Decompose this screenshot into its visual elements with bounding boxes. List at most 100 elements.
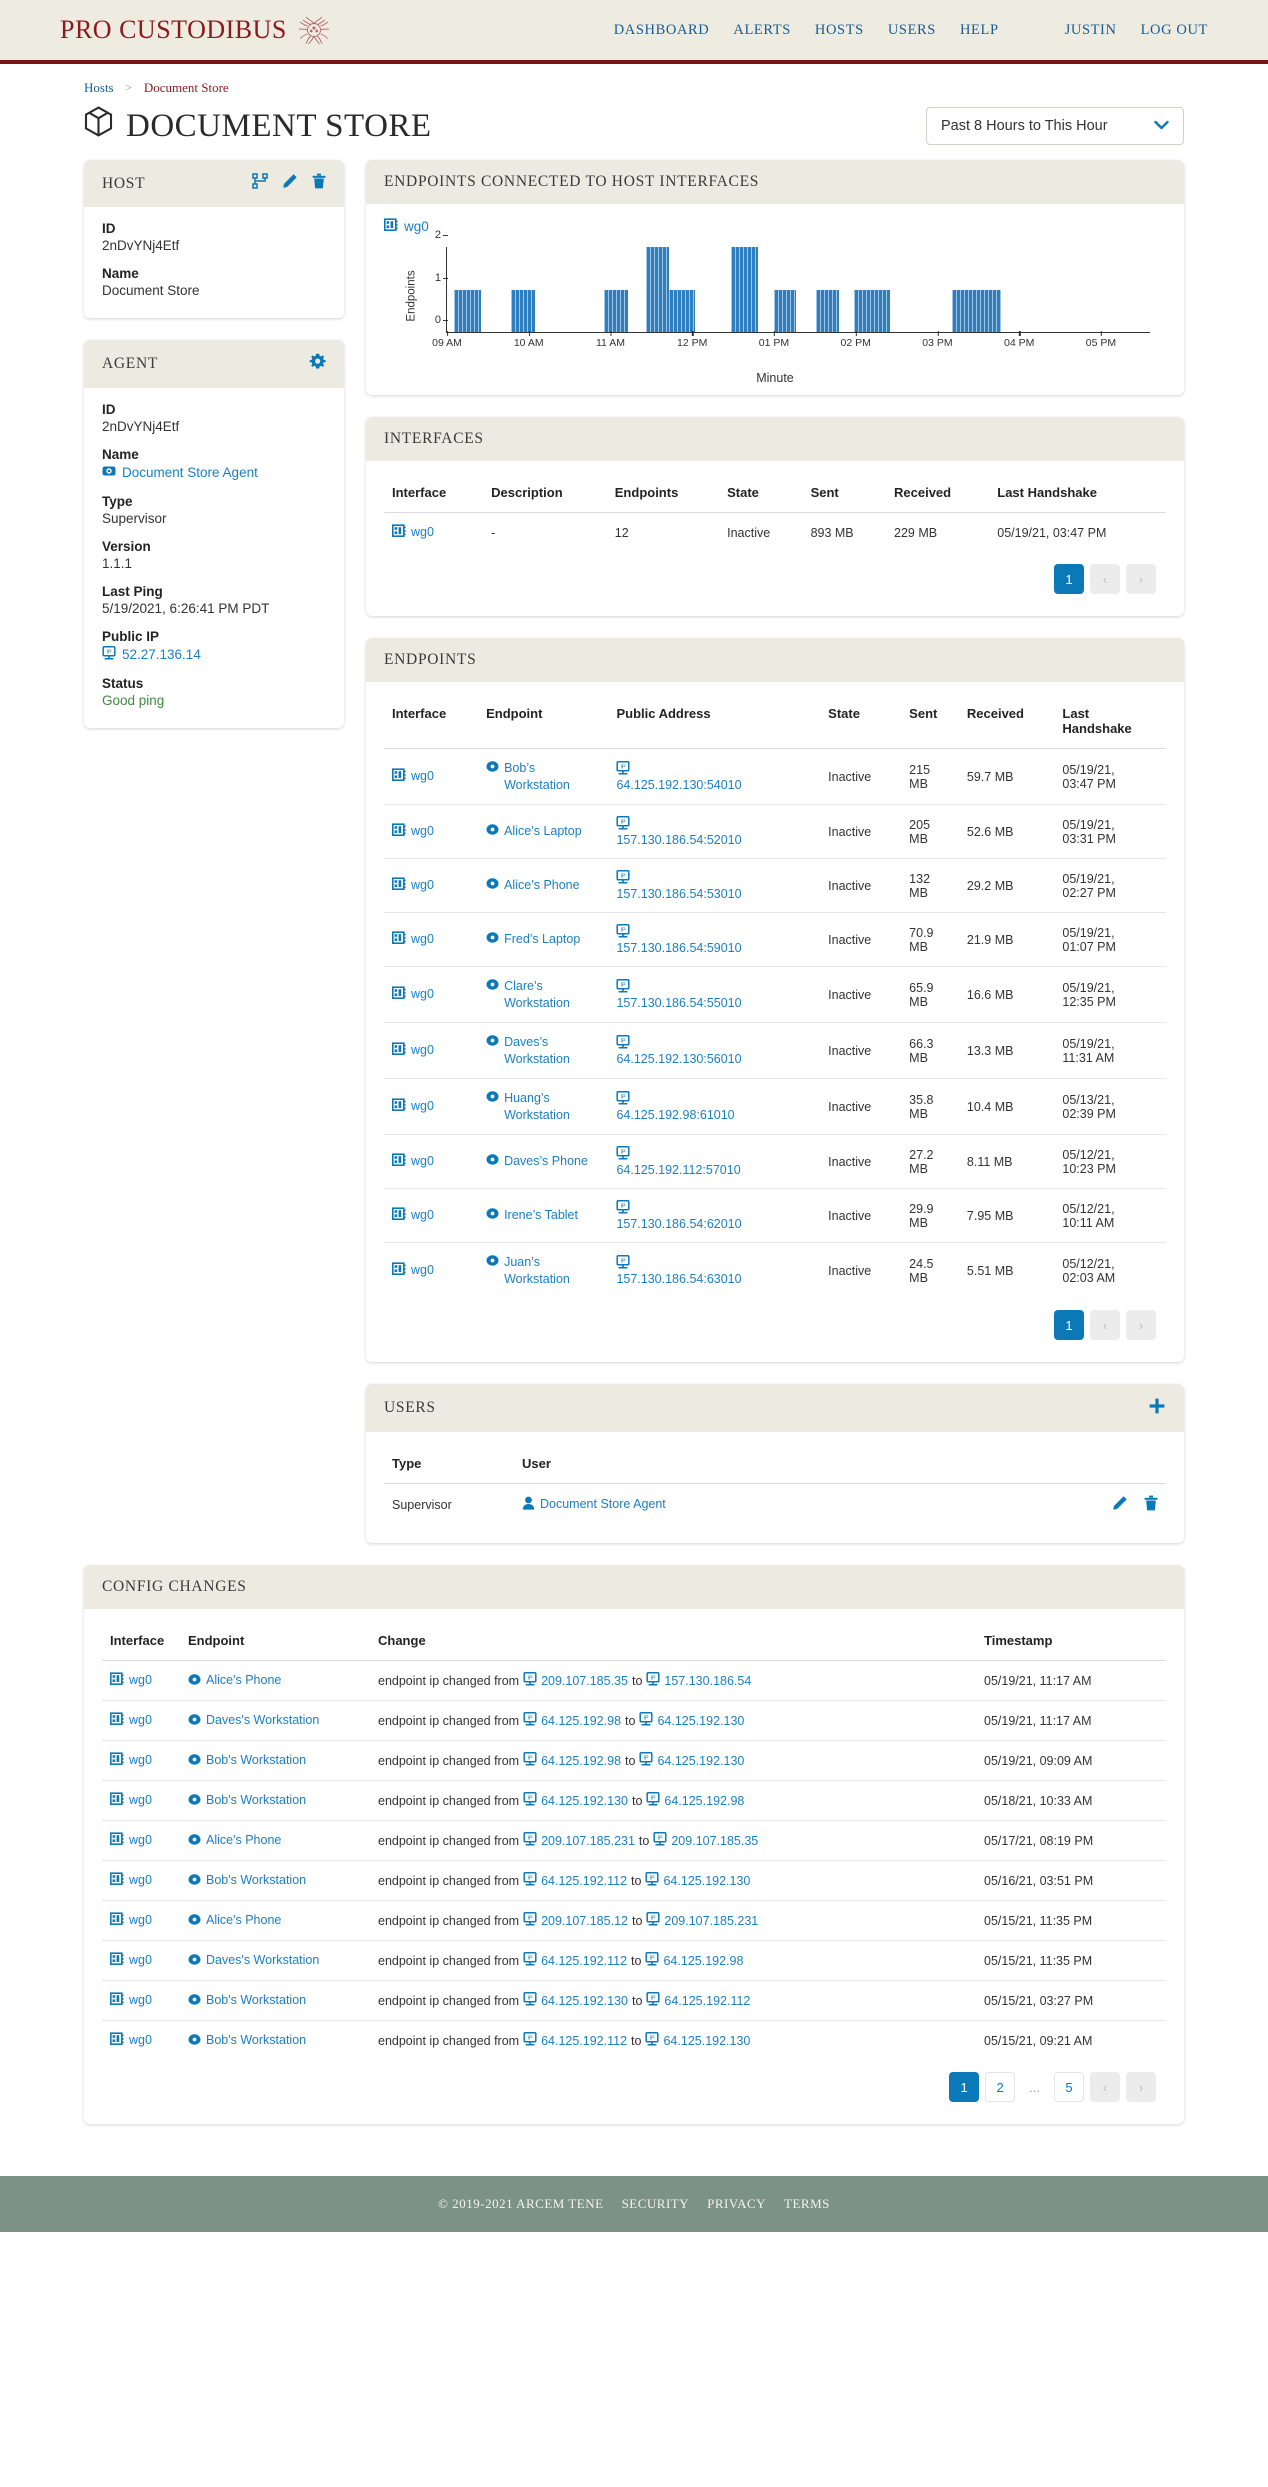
change-to-ip[interactable]: 157.130.186.54 — [664, 1674, 751, 1688]
change-to-ip[interactable]: 64.125.192.98 — [664, 1794, 744, 1808]
cell-endpoint[interactable]: Juan’s Workstation — [478, 1243, 608, 1299]
interface-link[interactable]: wg0 — [129, 1792, 152, 1809]
interface-link[interactable]: wg0 — [129, 1912, 152, 1929]
change-to-ip[interactable]: 209.107.185.231 — [664, 1914, 758, 1928]
pagination-next-button[interactable]: › — [1126, 564, 1156, 594]
cell-interface[interactable]: wg0 — [384, 513, 483, 553]
cell-interface[interactable]: wg0 — [102, 1780, 180, 1821]
change-from-ip[interactable]: 64.125.192.112 — [541, 1954, 627, 1968]
cell-interface[interactable]: wg0 — [102, 1820, 180, 1861]
cell-interface[interactable]: wg0 — [384, 1134, 479, 1189]
change-to-ip[interactable]: 64.125.192.130 — [663, 2034, 750, 2048]
cell-interface[interactable]: wg0 — [102, 1700, 180, 1741]
cell-interface[interactable]: wg0 — [102, 1860, 180, 1901]
interface-link[interactable]: wg0 — [411, 1098, 434, 1115]
cell-endpoint[interactable]: Huang’s Workstation — [478, 1078, 609, 1135]
cell-endpoint[interactable]: Bob's Workstation — [180, 1780, 370, 1821]
footer-link-terms[interactable]: TERMS — [784, 2196, 830, 2212]
endpoint-link[interactable]: Huang’s Workstation — [504, 1090, 600, 1123]
interface-link[interactable]: wg0 — [411, 524, 434, 541]
endpoint-link[interactable]: Daves's Workstation — [206, 1712, 319, 1729]
footer-link-security[interactable]: SECURITY — [622, 2196, 690, 2212]
endpoint-link[interactable]: Clare’s Workstation — [504, 978, 600, 1011]
endpoint-link[interactable]: Juan’s Workstation — [504, 1254, 600, 1287]
agent-public-ip-link[interactable]: 52.27.136.14 — [122, 647, 201, 662]
pagination-next-button[interactable]: › — [1126, 1310, 1156, 1340]
public-address-link[interactable]: 157.130.186.54:62010 — [616, 1217, 812, 1231]
agent-public-ip-value[interactable]: IP 52.27.136.14 — [102, 646, 326, 663]
endpoint-link[interactable]: Bob's Workstation — [206, 1792, 306, 1809]
interface-link[interactable]: wg0 — [129, 1672, 152, 1689]
interface-link[interactable]: wg0 — [411, 823, 434, 840]
cell-public-address[interactable]: IP 157.130.186.54:55010 — [608, 966, 821, 1023]
cell-endpoint[interactable]: Bob's Workstation — [180, 2021, 370, 2061]
cell-public-address[interactable]: IP 157.130.186.54:52010 — [608, 804, 821, 859]
endpoint-link[interactable]: Fred’s Laptop — [504, 931, 580, 948]
endpoint-link[interactable]: Bob’s Workstation — [504, 760, 600, 793]
interface-link[interactable]: wg0 — [129, 2032, 152, 2049]
cell-endpoint[interactable]: Alice’s Phone — [478, 858, 609, 913]
change-from-ip[interactable]: 64.125.192.130 — [541, 1994, 628, 2008]
cell-endpoint[interactable]: Daves's Workstation — [180, 1940, 370, 1981]
public-address-link[interactable]: 157.130.186.54:52010 — [616, 833, 812, 847]
change-to-ip[interactable]: 64.125.192.130 — [657, 1714, 744, 1728]
endpoint-link[interactable]: Daves's Workstation — [206, 1952, 319, 1969]
agent-name-value[interactable]: Document Store Agent — [102, 464, 326, 481]
cell-interface[interactable]: wg0 — [102, 1740, 180, 1781]
pencil-icon[interactable] — [282, 173, 298, 194]
cell-interface[interactable]: wg0 — [102, 1940, 180, 1981]
breadcrumb-link-hosts[interactable]: Hosts — [84, 80, 114, 96]
interface-link[interactable]: wg0 — [129, 1712, 152, 1729]
endpoint-link[interactable]: Bob's Workstation — [206, 1992, 306, 2009]
cell-interface[interactable]: wg0 — [384, 1188, 479, 1243]
public-address-link[interactable]: 157.130.186.54:63010 — [616, 1272, 812, 1286]
cell-interface[interactable]: wg0 — [384, 1022, 479, 1079]
public-address-link[interactable]: 157.130.186.54:53010 — [616, 887, 812, 901]
endpoint-link[interactable]: Alice's Phone — [206, 1672, 281, 1689]
chart-legend[interactable]: wg0 — [384, 218, 1166, 235]
cell-endpoint[interactable]: Fred’s Laptop — [478, 912, 609, 967]
cell-endpoint[interactable]: Bob's Workstation — [180, 1740, 370, 1781]
cell-interface[interactable]: wg0 — [384, 804, 479, 859]
pagination-page-1[interactable]: 1 — [1054, 564, 1084, 594]
public-address-link[interactable]: 64.125.192.98:61010 — [616, 1108, 812, 1122]
cell-interface[interactable]: wg0 — [102, 2021, 180, 2061]
change-to-ip[interactable]: 209.107.185.35 — [671, 1834, 758, 1848]
cell-interface[interactable]: wg0 — [384, 966, 479, 1023]
cell-endpoint[interactable]: Daves’s Workstation — [478, 1022, 609, 1079]
cell-endpoint[interactable]: Bob's Workstation — [180, 1860, 370, 1901]
endpoint-link[interactable]: Alice’s Laptop — [504, 823, 582, 840]
interface-link[interactable]: wg0 — [411, 1042, 434, 1059]
cell-interface[interactable]: wg0 — [102, 1980, 180, 2021]
pagination-page-1[interactable]: 1 — [1054, 1310, 1084, 1340]
interface-link[interactable]: wg0 — [129, 1872, 152, 1889]
interface-link[interactable]: wg0 — [129, 1952, 152, 1969]
endpoint-link[interactable]: Bob's Workstation — [206, 1872, 306, 1889]
cell-endpoint[interactable]: Bob’s Workstation — [478, 748, 609, 805]
endpoint-link[interactable]: Irene’s Tablet — [504, 1207, 578, 1224]
interface-link[interactable]: wg0 — [411, 1262, 434, 1279]
nav-link-hosts[interactable]: HOSTS — [815, 22, 864, 39]
public-address-link[interactable]: 64.125.192.130:56010 — [616, 1052, 812, 1066]
interface-link[interactable]: wg0 — [129, 1832, 152, 1849]
endpoint-link[interactable]: Daves’s Phone — [504, 1153, 588, 1170]
endpoint-link[interactable]: Bob's Workstation — [206, 2032, 306, 2049]
endpoint-link[interactable]: Daves’s Workstation — [504, 1034, 600, 1067]
cell-public-address[interactable]: IP 64.125.192.130:56010 — [608, 1022, 821, 1079]
interface-link[interactable]: wg0 — [411, 877, 434, 894]
cell-endpoint[interactable]: Daves's Workstation — [180, 1700, 370, 1741]
cell-endpoint[interactable]: Alice's Phone — [180, 1820, 370, 1861]
plus-icon[interactable] — [1148, 1397, 1166, 1419]
interface-link[interactable]: wg0 — [411, 1153, 434, 1170]
user-link[interactable]: Document Store Agent — [540, 1496, 666, 1513]
agent-name-link[interactable]: Document Store Agent — [122, 465, 258, 480]
cell-interface[interactable]: wg0 — [384, 1078, 479, 1135]
interface-link[interactable]: wg0 — [129, 1752, 152, 1769]
nav-link-user-account[interactable]: JUSTIN — [1065, 22, 1117, 39]
nav-link-help[interactable]: HELP — [960, 22, 999, 39]
pagination-prev-button[interactable]: ‹ — [1090, 2072, 1120, 2102]
pagination-page-2[interactable]: 2 — [985, 2072, 1016, 2102]
change-from-ip[interactable]: 64.125.192.112 — [541, 2034, 627, 2048]
time-range-select[interactable]: Past 8 Hours to This Hour — [926, 107, 1184, 145]
pagination-page-1[interactable]: 1 — [949, 2072, 980, 2102]
